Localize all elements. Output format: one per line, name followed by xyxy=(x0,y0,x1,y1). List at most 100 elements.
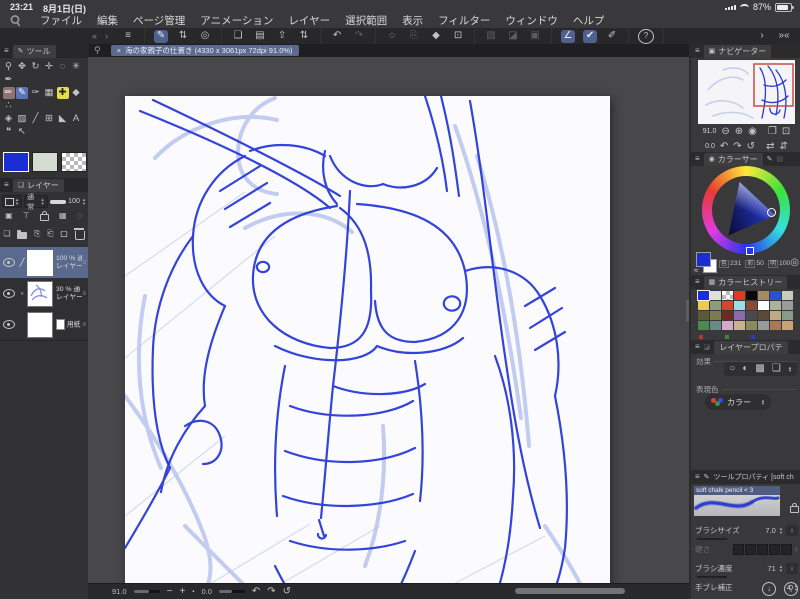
toolbar-collapse-right-icon[interactable]: › xyxy=(755,30,769,43)
nav-actual-size-icon[interactable]: ⊡ xyxy=(782,126,790,137)
new-layer-icon[interactable]: ❏ xyxy=(3,230,10,238)
history-swatch[interactable] xyxy=(697,300,709,310)
layer-palette-option[interactable]: ▲ ▼ xyxy=(2,195,23,208)
toolbar-select-rect-icon[interactable]: ▧ xyxy=(484,30,498,43)
toolbar-vector-start-icon[interactable]: ∠ xyxy=(561,29,576,43)
layer-property-menu-icon[interactable]: ≡ xyxy=(695,343,700,351)
tool-property-menu-icon[interactable]: ≡ xyxy=(695,473,700,481)
tool-pencil[interactable]: ✏ xyxy=(2,86,15,99)
tool-hand[interactable]: ✥ xyxy=(16,61,28,73)
lock-layer-icon[interactable] xyxy=(39,211,49,221)
menu-item-0[interactable]: ファイル xyxy=(40,13,82,28)
toolbar-vector-edit-icon[interactable]: ✐ xyxy=(605,30,619,43)
tool-eyedropper[interactable]: ✒ xyxy=(3,74,15,86)
tool-rotate[interactable]: ↻ xyxy=(30,61,42,73)
merge-layer-icon[interactable]: ▢ xyxy=(60,230,68,238)
layer-color-icon[interactable]: ❏ xyxy=(772,364,781,374)
tool-frame-border[interactable]: ⊞ xyxy=(43,113,55,125)
tab-color-circle[interactable]: ◉ カラーサー xyxy=(703,152,763,166)
tool-move[interactable]: ✛ xyxy=(43,61,55,73)
toolbar-undo-icon[interactable]: ↶ xyxy=(330,30,344,43)
layer-opacity-slider[interactable] xyxy=(49,199,67,204)
history-swatch[interactable] xyxy=(721,290,733,300)
history-swatch[interactable] xyxy=(733,310,745,320)
tab-color-history[interactable]: ▦ カラーヒストリー xyxy=(703,275,788,289)
nav-rotate-ccw-icon[interactable]: ↶ xyxy=(720,141,728,152)
primary-color-swatch[interactable] xyxy=(3,152,29,172)
color-wheel[interactable] xyxy=(702,166,790,255)
horizontal-scrollbar[interactable] xyxy=(515,588,625,594)
secondary-color-swatch[interactable] xyxy=(32,152,58,172)
hardness-segments[interactable] xyxy=(732,544,792,555)
history-swatch[interactable] xyxy=(757,290,769,300)
tab-close-icon[interactable]: × xyxy=(117,46,121,55)
restore-default-icon[interactable]: ↓ xyxy=(762,582,776,596)
history-swatch[interactable] xyxy=(745,310,757,320)
nav-fit-icon[interactable]: ◉ xyxy=(748,126,757,137)
layer-thumbnail[interactable] xyxy=(27,280,53,307)
toolbar-edit-mode-icon[interactable]: ✎ xyxy=(154,29,169,43)
color-circle-menu-icon[interactable]: ≡ xyxy=(695,155,700,163)
toolbar-arrow-0[interactable]: « xyxy=(92,31,97,41)
toolbar-vector-end-icon[interactable]: ✔ xyxy=(583,29,598,43)
brush-lock-icon[interactable] xyxy=(790,503,799,513)
tool-zoom[interactable]: ⚲ xyxy=(3,61,15,73)
menu-item-3[interactable]: アニメーション xyxy=(200,13,273,28)
pen-pressure-icon[interactable]: ↓ xyxy=(786,563,798,574)
delete-layer-icon[interactable] xyxy=(73,228,85,240)
tab-layer-property[interactable]: レイヤープロパテ xyxy=(714,340,788,354)
transfer-layer-icon[interactable]: ⎗ xyxy=(47,230,53,238)
history-swatch[interactable] xyxy=(709,320,721,330)
toolbar-panel-arrows-icon[interactable]: »« xyxy=(777,30,791,43)
history-swatch[interactable] xyxy=(769,310,781,320)
tool-decoration[interactable]: ▦ xyxy=(43,87,55,99)
tool-brush[interactable]: ✑ xyxy=(30,87,42,99)
tool-flag[interactable]: ◣ xyxy=(57,113,69,125)
history-swatch[interactable] xyxy=(733,300,745,310)
history-swatch[interactable] xyxy=(769,320,781,330)
ruler-icon[interactable]: ◇ xyxy=(77,211,83,220)
toolbar-arrow-1[interactable]: › xyxy=(105,31,108,41)
clip-studio-logo-icon[interactable] xyxy=(9,14,22,27)
transparent-color-swatch[interactable] xyxy=(61,152,87,172)
tool-sparkle-brush[interactable]: ✚ xyxy=(56,86,69,99)
history-swatch[interactable] xyxy=(745,290,757,300)
layer-visible-eye-icon[interactable] xyxy=(3,320,15,329)
tool-pen[interactable]: ✎ xyxy=(16,86,28,99)
toolbar-file-stepper-icon[interactable]: ⇅ xyxy=(297,30,311,43)
fit-view-icon[interactable]: ▪ xyxy=(192,589,194,595)
tab-layers[interactable]: ❏ レイヤー xyxy=(12,178,64,192)
history-swatch[interactable] xyxy=(745,300,757,310)
history-swatch[interactable] xyxy=(733,290,745,300)
toolbar-gesture-icon[interactable]: ◎ xyxy=(198,30,212,43)
property-stepper[interactable]: ▲ ▼ xyxy=(779,527,783,535)
menu-item-9[interactable]: ヘルプ xyxy=(573,13,605,28)
layer-visible-eye-icon[interactable] xyxy=(3,258,15,267)
reference-layer-icon[interactable]: ⊤ xyxy=(23,211,30,220)
tone-effect-icon[interactable]: ◐ xyxy=(742,364,748,374)
canvas-zoom-icon[interactable]: ⚲ xyxy=(94,46,101,55)
layer-thumbnail[interactable] xyxy=(27,249,53,276)
history-swatch[interactable] xyxy=(709,290,721,300)
history-swatch[interactable] xyxy=(781,300,793,310)
toolbar-new-canvas-icon[interactable]: ❏ xyxy=(231,30,245,43)
history-swatch[interactable] xyxy=(709,300,721,310)
toolbar-share-export-icon[interactable]: ⇧ xyxy=(275,30,289,43)
layer-edit-target-icon[interactable]: ╱ xyxy=(17,258,27,267)
nav-flip-v-icon[interactable]: ⇵ xyxy=(779,141,787,152)
history-swatch[interactable] xyxy=(757,310,769,320)
nav-rotate-cw-icon[interactable]: ↷ xyxy=(733,141,741,152)
toolbar-collapse-arrows[interactable]: «› xyxy=(0,31,112,41)
toolbar-open-file-icon[interactable]: ▤ xyxy=(253,30,267,43)
menu-item-1[interactable]: 編集 xyxy=(97,13,118,28)
tool-fill[interactable]: ◈ xyxy=(3,113,15,125)
blend-mode-dropdown[interactable]: 通常 ▲ ▼ xyxy=(24,194,48,211)
rotate-cw-icon[interactable]: ↷ xyxy=(267,586,275,597)
layer-drag-handle[interactable]: ≡ xyxy=(82,260,86,266)
new-folder-icon[interactable] xyxy=(17,229,28,239)
color-history-menu-icon[interactable]: ≡ xyxy=(695,278,700,286)
tool-figure[interactable]: ╱ xyxy=(30,113,42,125)
effect-stepper[interactable]: ▲ ▼ xyxy=(788,365,792,373)
toolbar-transform-icon[interactable]: ⊡ xyxy=(451,30,465,43)
toolbar-timelapse-help-icon[interactable]: ? xyxy=(638,28,655,44)
